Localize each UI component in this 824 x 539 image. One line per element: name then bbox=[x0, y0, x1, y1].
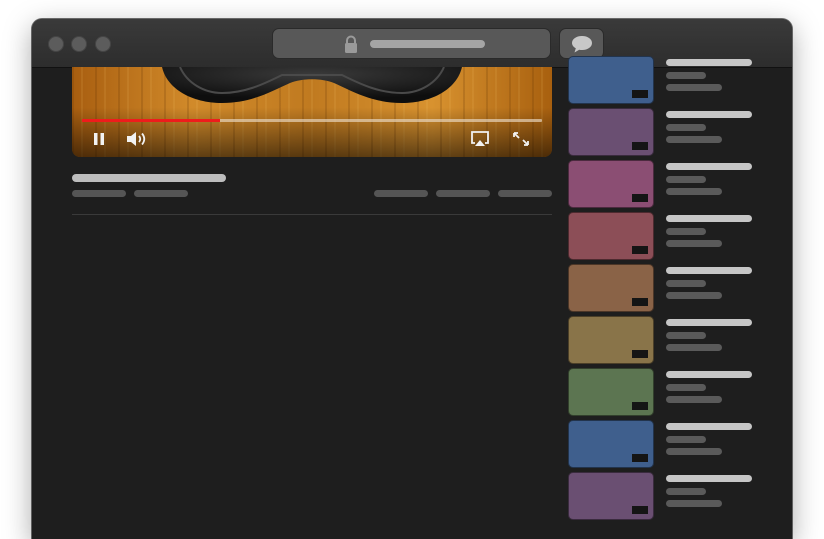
address-bar[interactable] bbox=[272, 28, 551, 59]
duration-badge bbox=[632, 402, 648, 410]
duration-badge bbox=[632, 350, 648, 358]
progress-bar[interactable] bbox=[82, 119, 542, 122]
lock-icon bbox=[345, 35, 357, 53]
related-video-views bbox=[666, 344, 722, 351]
video-thumbnail[interactable] bbox=[568, 212, 654, 260]
airplay-icon[interactable] bbox=[470, 131, 490, 147]
related-video-views bbox=[666, 136, 722, 143]
related-video-title bbox=[666, 163, 752, 170]
close-button[interactable] bbox=[48, 36, 64, 52]
video-thumbnail[interactable] bbox=[568, 56, 654, 104]
related-video-item[interactable] bbox=[568, 108, 792, 156]
related-video-views bbox=[666, 396, 722, 403]
duration-badge bbox=[632, 194, 648, 202]
video-thumbnail[interactable] bbox=[568, 316, 654, 364]
related-video-title bbox=[666, 475, 752, 482]
related-video-views bbox=[666, 84, 722, 91]
progress-fill bbox=[82, 119, 220, 122]
url-text bbox=[370, 40, 485, 48]
related-video-item[interactable] bbox=[568, 368, 792, 416]
related-video-title bbox=[666, 267, 752, 274]
related-video-views bbox=[666, 500, 722, 507]
related-video-item[interactable] bbox=[568, 316, 792, 364]
related-video-item[interactable] bbox=[568, 160, 792, 208]
video-thumbnail[interactable] bbox=[568, 160, 654, 208]
related-video-views bbox=[666, 292, 722, 299]
minimize-button[interactable] bbox=[71, 36, 87, 52]
related-video-channel bbox=[666, 332, 706, 339]
related-video-title bbox=[666, 215, 752, 222]
related-video-channel bbox=[666, 124, 706, 131]
related-video-item[interactable] bbox=[568, 212, 792, 260]
related-video-title bbox=[666, 111, 752, 118]
related-video-views bbox=[666, 448, 722, 455]
speech-bubble-icon bbox=[572, 36, 592, 53]
related-video-channel bbox=[666, 488, 706, 495]
related-video-title bbox=[666, 423, 752, 430]
related-video-channel bbox=[666, 436, 706, 443]
duration-badge bbox=[632, 142, 648, 150]
channel-name[interactable] bbox=[72, 190, 126, 197]
pause-icon[interactable] bbox=[92, 131, 106, 147]
divider bbox=[72, 214, 552, 215]
view-count bbox=[134, 190, 188, 197]
duration-badge bbox=[632, 298, 648, 306]
related-video-item[interactable] bbox=[568, 472, 792, 520]
related-video-item[interactable] bbox=[568, 264, 792, 312]
related-video-channel bbox=[666, 176, 706, 183]
video-thumbnail[interactable] bbox=[568, 472, 654, 520]
related-video-title bbox=[666, 371, 752, 378]
volume-icon[interactable] bbox=[126, 131, 150, 147]
video-title bbox=[72, 174, 226, 182]
related-videos-list bbox=[568, 56, 792, 539]
video-thumbnail[interactable] bbox=[568, 420, 654, 468]
related-video-item[interactable] bbox=[568, 420, 792, 468]
video-thumbnail[interactable] bbox=[568, 368, 654, 416]
related-video-title bbox=[666, 59, 752, 66]
video-player[interactable] bbox=[72, 67, 552, 157]
zoom-button[interactable] bbox=[95, 36, 111, 52]
duration-badge bbox=[632, 246, 648, 254]
browser-window bbox=[32, 19, 792, 539]
duration-badge bbox=[632, 506, 648, 514]
related-video-views bbox=[666, 188, 722, 195]
related-video-channel bbox=[666, 280, 706, 287]
duration-badge bbox=[632, 90, 648, 98]
like-button[interactable] bbox=[374, 190, 428, 197]
chat-button[interactable] bbox=[559, 28, 604, 59]
related-video-title bbox=[666, 319, 752, 326]
video-thumbnail[interactable] bbox=[568, 108, 654, 156]
related-video-channel bbox=[666, 384, 706, 391]
related-video-channel bbox=[666, 228, 706, 235]
duration-badge bbox=[632, 454, 648, 462]
save-button[interactable] bbox=[498, 190, 552, 197]
share-button[interactable] bbox=[436, 190, 490, 197]
related-video-views bbox=[666, 240, 722, 247]
related-video-item[interactable] bbox=[568, 56, 792, 104]
related-video-channel bbox=[666, 72, 706, 79]
video-thumbnail[interactable] bbox=[568, 264, 654, 312]
fullscreen-icon[interactable] bbox=[512, 131, 530, 147]
